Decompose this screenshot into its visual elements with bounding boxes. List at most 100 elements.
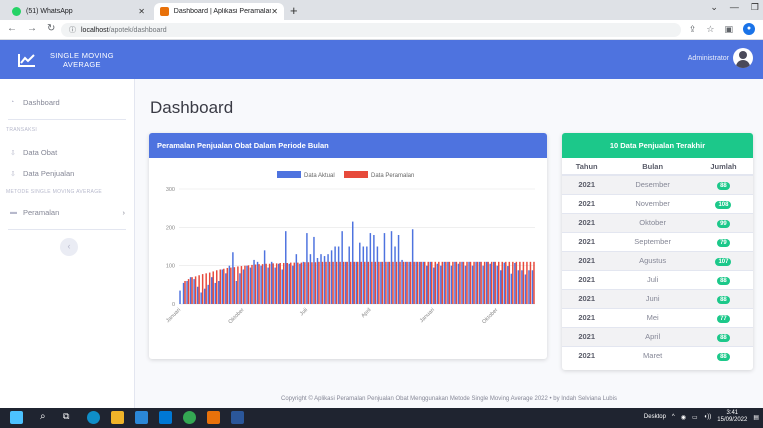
bar-actual[interactable] [380,261,382,304]
bar-actual[interactable] [313,236,315,304]
bar-forecast[interactable] [399,261,401,304]
notification-icon[interactable]: ▤ [753,414,759,421]
bar-forecast[interactable] [402,261,405,304]
mail-icon[interactable] [159,411,172,424]
profile-icon[interactable]: ● [743,23,755,35]
bar-forecast[interactable] [529,261,532,304]
bar-forecast[interactable] [290,262,292,304]
restore-icon[interactable]: ❐ [751,2,759,13]
network-icon[interactable]: ◉ [681,414,686,421]
bar-actual[interactable] [443,261,446,304]
bar-forecast[interactable] [473,261,475,304]
bar-actual[interactable] [411,229,414,304]
bar-forecast[interactable] [476,261,479,304]
bar-actual[interactable] [260,265,262,304]
edge-icon[interactable] [87,411,100,424]
bar-forecast[interactable] [427,261,429,304]
bar-actual[interactable] [404,261,407,304]
bar-actual[interactable] [330,250,333,304]
bar-forecast[interactable] [490,261,493,304]
bar-actual[interactable] [207,284,209,304]
bar-forecast[interactable] [533,261,535,304]
bar-actual[interactable] [295,254,298,304]
bar-forecast[interactable] [385,261,387,304]
bar-actual[interactable] [496,265,498,304]
bar-actual[interactable] [362,246,365,305]
bar-forecast[interactable] [194,276,197,304]
reload-icon[interactable]: ↻ [47,23,55,34]
bar-actual[interactable] [485,261,488,304]
bar-forecast[interactable] [505,261,507,304]
bar-forecast[interactable] [512,261,514,304]
bar-actual[interactable] [387,261,389,304]
user-menu[interactable]: Administrator [688,48,753,68]
bar-actual[interactable] [489,263,491,304]
bar-forecast[interactable] [374,261,377,304]
bar-actual[interactable] [517,270,520,304]
bar-actual[interactable] [316,258,319,304]
new-tab-icon[interactable]: + [290,3,298,18]
bar-forecast[interactable] [223,268,225,304]
bar-forecast[interactable] [258,264,260,304]
bar-forecast[interactable] [409,261,412,304]
bar-forecast[interactable] [364,261,366,304]
bar-actual[interactable] [366,246,368,305]
bar-actual[interactable] [299,263,301,304]
desktop-label[interactable]: Desktop [644,414,666,420]
bar-actual[interactable] [263,250,266,304]
file-explorer-icon[interactable] [111,411,124,424]
bar-forecast[interactable] [304,262,306,304]
bar-actual[interactable] [214,282,217,304]
bar-forecast[interactable] [268,263,271,304]
bar-actual[interactable] [440,265,442,304]
bar-forecast[interactable] [244,265,246,304]
bar-actual[interactable] [186,281,188,304]
bar-actual[interactable] [249,267,252,304]
bar-actual[interactable] [337,246,340,305]
bar-forecast[interactable] [487,261,489,304]
store-icon[interactable] [135,411,148,424]
bar-actual[interactable] [461,261,463,304]
back-icon[interactable]: ← [7,23,17,34]
tab-whatsapp[interactable]: (51) WhatsApp ✕ [6,3,151,20]
bar-actual[interactable] [256,261,259,304]
bar-actual[interactable] [478,261,481,304]
bar-forecast[interactable] [353,261,355,304]
bar-actual[interactable] [203,288,206,304]
bar-actual[interactable] [500,270,502,304]
bar-actual[interactable] [351,221,354,304]
bar-forecast[interactable] [254,264,257,304]
bar-forecast[interactable] [381,261,384,304]
bar-forecast[interactable] [483,261,486,304]
sidebar-item-dashboard[interactable]: ◔ Dashboard [10,98,60,107]
bar-forecast[interactable] [251,264,253,304]
clock[interactable]: 3:41 15/09/2022 [717,410,747,424]
bar-actual[interactable] [426,265,428,304]
bar-forecast[interactable] [434,261,437,304]
bar-forecast[interactable] [311,262,313,304]
bar-actual[interactable] [524,274,527,304]
bar-actual[interactable] [309,254,312,304]
bar-actual[interactable] [235,281,238,304]
bar-actual[interactable] [510,273,513,304]
bar-forecast[interactable] [416,261,419,304]
bar-forecast[interactable] [371,261,373,304]
bar-actual[interactable] [196,286,199,304]
search-icon[interactable]: ⌕ [40,411,53,424]
task-view-icon[interactable]: ⧉ [63,411,76,424]
bar-actual[interactable] [531,270,534,304]
bar-forecast[interactable] [332,261,334,304]
bar-actual[interactable] [306,233,308,304]
bar-actual[interactable] [239,273,241,304]
bar-actual[interactable] [507,266,509,304]
bar-actual[interactable] [355,261,357,304]
bar-actual[interactable] [471,265,474,304]
windows-start-icon[interactable] [10,411,23,424]
url-field[interactable]: ⓘ localhost/apotek/dashboard [61,23,681,37]
bar-forecast[interactable] [198,275,200,304]
bar-forecast[interactable] [519,261,521,304]
bar-actual[interactable] [348,246,350,305]
bar-forecast[interactable] [201,274,204,304]
bar-forecast[interactable] [205,273,207,304]
bar-actual[interactable] [211,277,213,304]
